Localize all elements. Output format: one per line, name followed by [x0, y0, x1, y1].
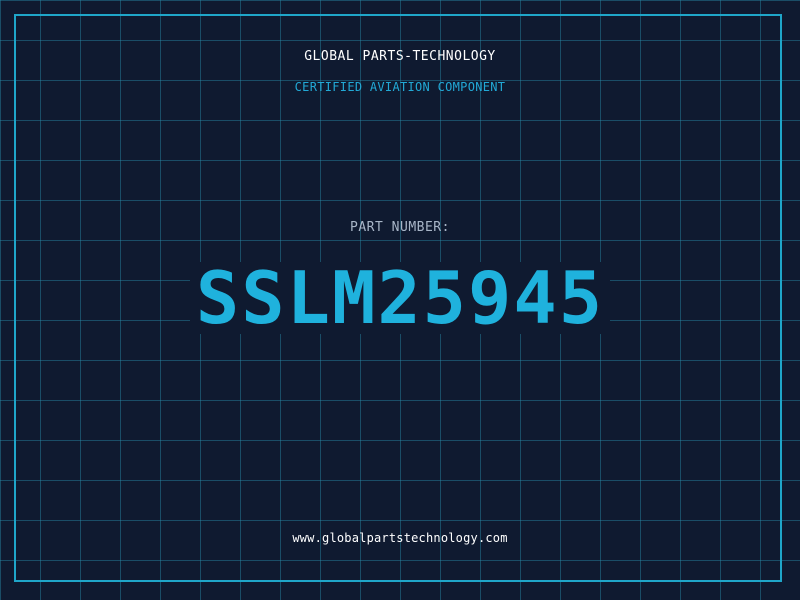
website-url: www.globalpartstechnology.com	[292, 531, 508, 545]
company-name: GLOBAL PARTS-TECHNOLOGY	[304, 49, 496, 64]
part-number-value: SSLM25945	[195, 256, 605, 340]
certification-subtitle: CERTIFIED AVIATION COMPONENT	[294, 80, 506, 94]
part-number-label: PART NUMBER:	[350, 220, 450, 235]
